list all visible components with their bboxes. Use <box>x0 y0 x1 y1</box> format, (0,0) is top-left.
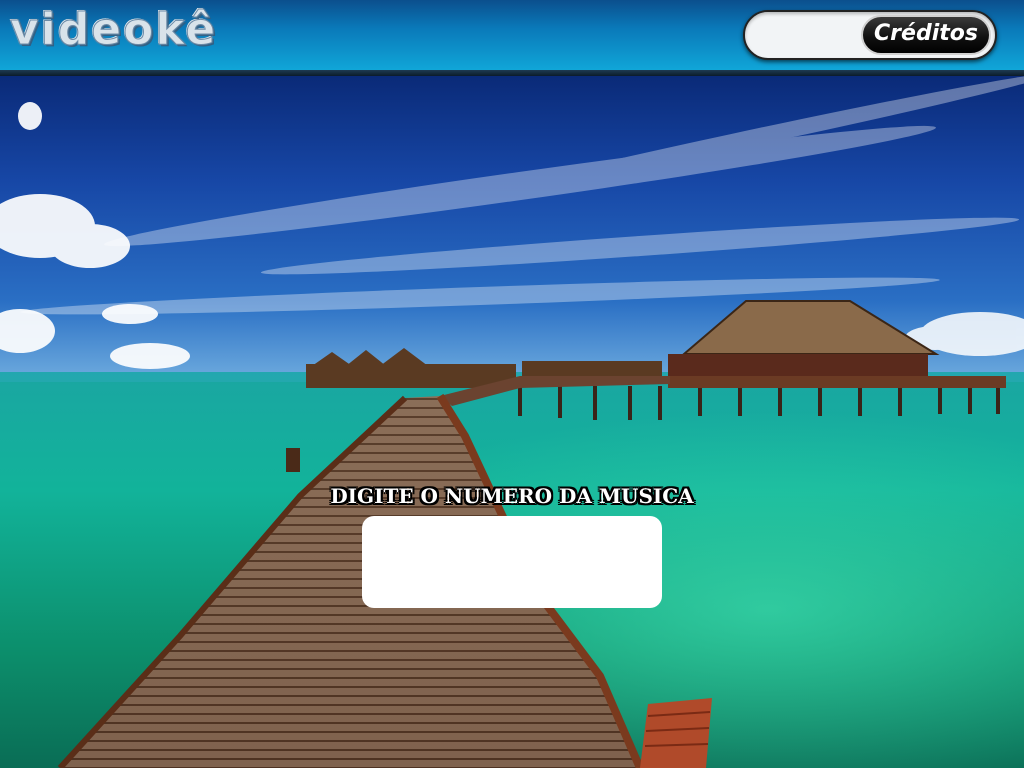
background-image <box>0 76 1024 768</box>
header-bar: videokê Créditos <box>0 0 1024 70</box>
credits-button[interactable]: Créditos <box>861 15 991 55</box>
app-logo: videokê <box>9 4 218 56</box>
song-number-label: DIGITE O NUMERO DA MUSICA <box>330 484 694 508</box>
header-divider <box>0 70 1024 76</box>
credits-display: Créditos <box>743 10 997 60</box>
app-window: videokê Créditos DIGITE O NUMERO DA MUSI… <box>0 0 1024 768</box>
song-number-input[interactable] <box>362 516 662 608</box>
